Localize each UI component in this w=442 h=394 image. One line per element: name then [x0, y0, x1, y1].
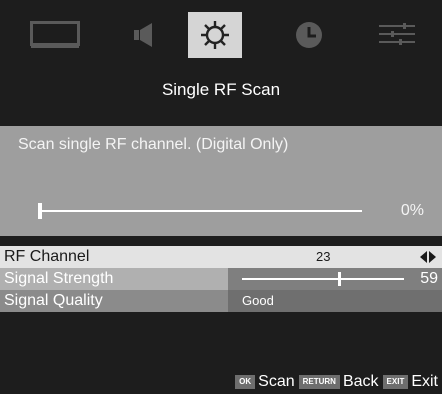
scan-panel: Scan single RF channel. (Digital Only) 0… — [0, 126, 442, 236]
more-icon[interactable] — [370, 12, 424, 58]
left-right-arrows-icon[interactable] — [420, 251, 436, 263]
rf-channel-label: RF Channel — [0, 246, 228, 268]
rf-channel-value: 23 — [316, 249, 331, 264]
signal-info-list: RF Channel 23 Signal Strength 59 Signal … — [0, 246, 442, 312]
scan-progress-text: 0% — [400, 202, 424, 219]
scan-hint[interactable]: Scan — [258, 373, 294, 391]
signal-strength-value: 59 — [420, 270, 438, 287]
signal-strength-meter — [242, 272, 404, 286]
settings-icon[interactable] — [188, 12, 242, 58]
timer-icon[interactable] — [282, 12, 336, 58]
signal-strength-marker — [337, 272, 341, 286]
signal-quality-label: Signal Quality — [0, 290, 228, 312]
menu-icon-bar — [0, 0, 442, 66]
signal-quality-value: Good — [242, 293, 274, 308]
footer-hints: OK Scan RETURN Back EXIT Exit — [235, 372, 438, 392]
audio-icon[interactable] — [110, 12, 176, 58]
exit-hint[interactable]: Exit — [411, 373, 438, 391]
picture-icon[interactable] — [22, 12, 88, 58]
scan-progress-fill — [38, 203, 42, 219]
back-hint[interactable]: Back — [343, 373, 379, 391]
rf-channel-row[interactable]: RF Channel 23 — [0, 246, 442, 268]
signal-quality-value-cell: Good — [228, 290, 442, 312]
signal-strength-value-cell: 59 — [228, 268, 442, 290]
signal-strength-row: Signal Strength 59 — [0, 268, 442, 290]
signal-strength-label: Signal Strength — [0, 268, 228, 290]
signal-quality-row: Signal Quality Good — [0, 290, 442, 312]
rf-channel-value-cell: 23 — [228, 246, 442, 268]
return-key: RETURN — [298, 375, 340, 389]
ok-key: OK — [235, 375, 256, 389]
screen-title: Single RF Scan — [161, 80, 281, 99]
scan-description: Scan single RF channel. (Digital Only) — [18, 136, 289, 153]
scan-progress-bar — [38, 203, 362, 219]
exit-key: EXIT — [382, 375, 409, 389]
